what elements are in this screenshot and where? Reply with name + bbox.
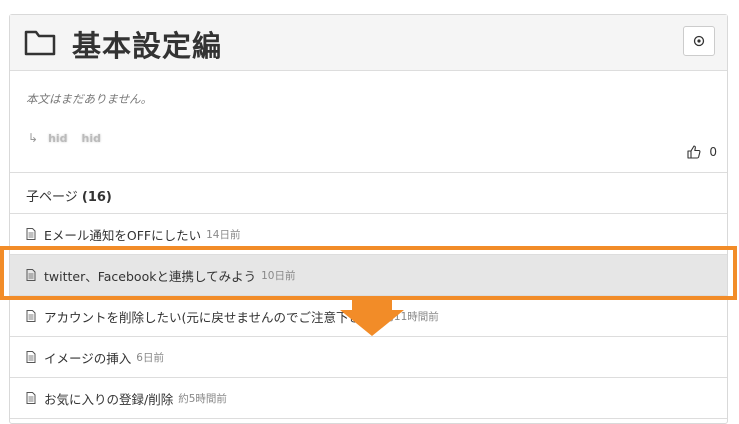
page-panel: 基本設定編 本文はまだありません。 ↳ hid hid 0 子ページ (16) … bbox=[9, 14, 728, 424]
document-icon bbox=[26, 392, 36, 404]
subpage-title[interactable]: アカウントを削除したい(元に戻せませんのでご注意下さい) bbox=[44, 307, 378, 326]
subpages-heading: 子ページ (16) bbox=[26, 186, 112, 205]
watch-icon bbox=[693, 35, 705, 47]
tag-list: ↳ hid hid bbox=[28, 131, 115, 145]
watch-button[interactable] bbox=[683, 26, 715, 56]
document-icon bbox=[26, 228, 36, 240]
subpage-title[interactable]: お気に入りの登録/削除 bbox=[44, 389, 173, 408]
folder-icon bbox=[24, 30, 56, 56]
subpage-time: 14日前 bbox=[206, 228, 241, 241]
like-button[interactable]: 0 bbox=[687, 145, 717, 159]
subpage-title[interactable]: イメージの挿入 bbox=[44, 348, 131, 367]
divider bbox=[10, 172, 727, 173]
subpage-item[interactable]: お気に入りの登録/削除 約5時間前 bbox=[10, 378, 727, 419]
like-count: 0 bbox=[709, 145, 717, 159]
tag-arrow-icon: ↳ bbox=[28, 131, 39, 145]
subpage-time: 10日前 bbox=[261, 269, 296, 282]
subpage-item[interactable]: Eメール通知をOFFにしたい 14日前 bbox=[10, 214, 727, 255]
subpage-time: 6日前 bbox=[136, 351, 164, 364]
subpages-heading-label: 子ページ bbox=[26, 190, 78, 205]
page-title: 基本設定編 bbox=[72, 29, 223, 63]
subpage-item[interactable]: イメージの挿入 6日前 bbox=[10, 337, 727, 378]
subpage-time: 約5時間前 bbox=[178, 392, 227, 405]
down-arrow-icon bbox=[340, 300, 404, 336]
page-body-text: 本文はまだありません。 bbox=[26, 92, 153, 106]
thumbs-up-icon bbox=[687, 145, 701, 159]
subpage-title[interactable]: twitter、Facebookと連携してみよう bbox=[44, 266, 256, 285]
document-icon bbox=[26, 351, 36, 363]
page-header: 基本設定編 bbox=[10, 15, 727, 71]
tag-item[interactable]: hid bbox=[82, 132, 101, 145]
subpages-count: (16) bbox=[81, 190, 112, 205]
subpage-item[interactable]: twitter、Facebookと連携してみよう 10日前 bbox=[10, 255, 727, 296]
document-icon bbox=[26, 310, 36, 322]
subpage-title[interactable]: Eメール通知をOFFにしたい bbox=[44, 225, 201, 244]
tag-item[interactable]: hid bbox=[48, 132, 67, 145]
document-icon bbox=[26, 269, 36, 281]
